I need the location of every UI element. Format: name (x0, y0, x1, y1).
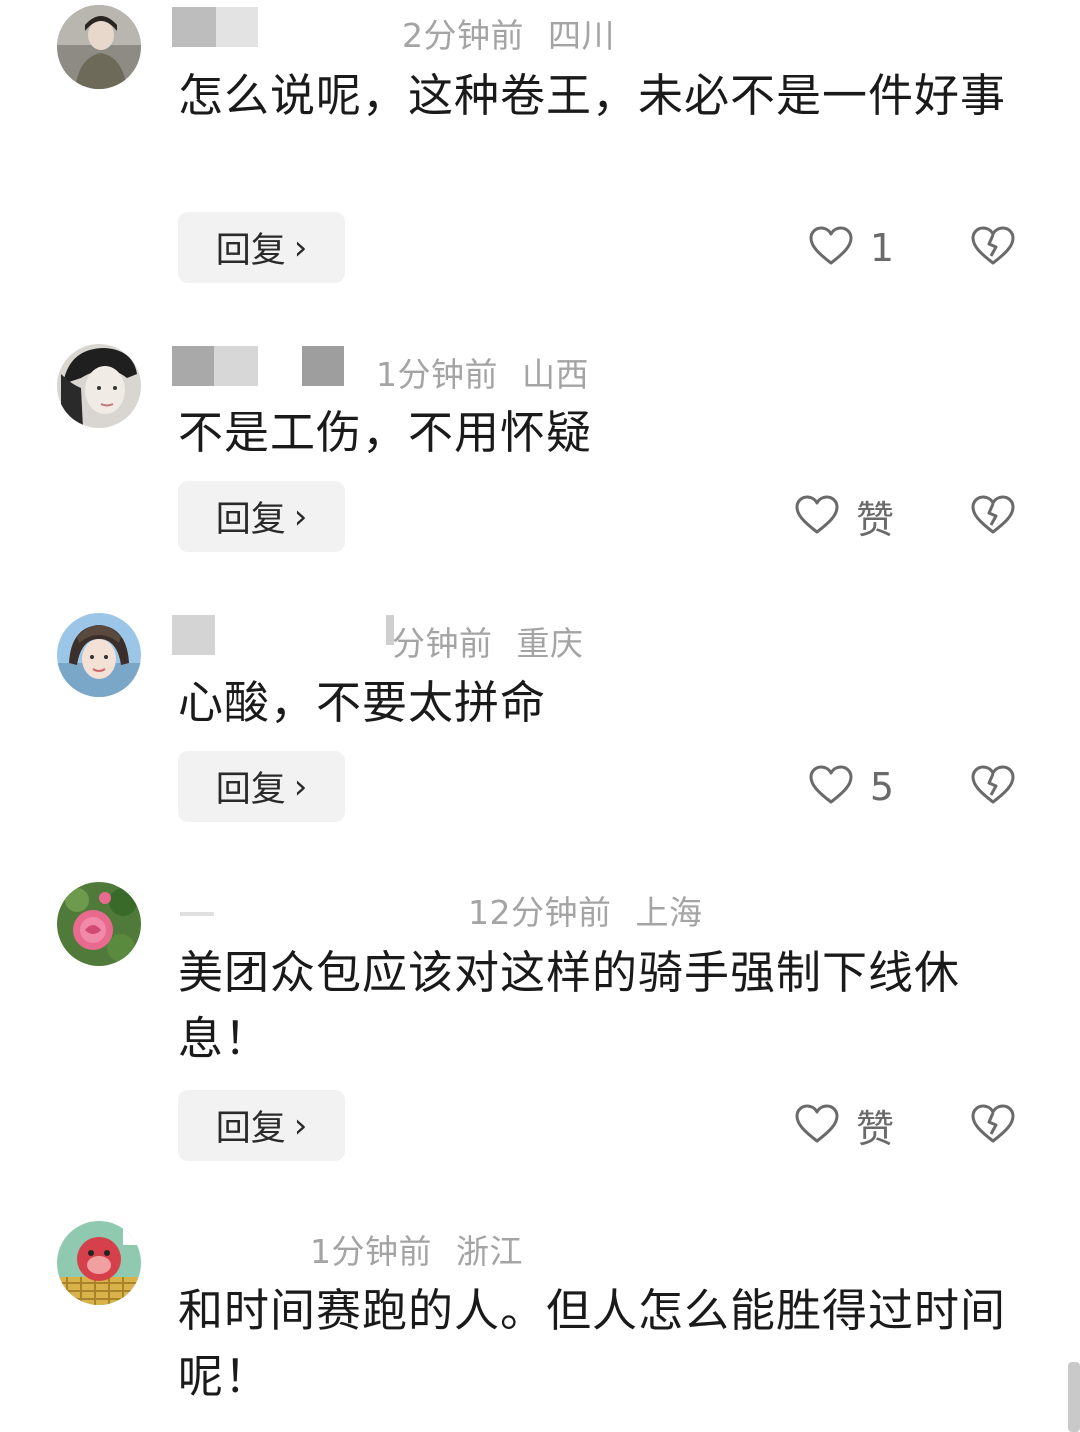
username-redacted (172, 615, 215, 655)
dislike-button[interactable] (970, 1090, 1016, 1161)
comment-time: 1分钟前 (310, 1232, 432, 1271)
comment-location: 浙江 (456, 1232, 523, 1271)
heart-outline-icon (794, 1103, 840, 1149)
like-button[interactable]: 赞 (794, 1090, 894, 1161)
like-button[interactable]: 1 (808, 212, 894, 283)
comment-text: 不是工伤，不用怀疑 (178, 406, 593, 459)
avatar[interactable] (57, 5, 141, 89)
like-count: 赞 (855, 498, 894, 542)
comment-text: 怎么说呢，这种卷王，未必不是一件好事 (178, 69, 1007, 122)
reply-label: 回复 (215, 231, 286, 271)
comment-time: 2分钟前 (402, 16, 524, 55)
dislike-button[interactable] (970, 481, 1016, 552)
comment-text: 和时间赛跑的人。但人怎么能胜得过时间呢！ (178, 1284, 1007, 1403)
dislike-button[interactable] (970, 751, 1016, 822)
reply-button[interactable]: 回复 › (178, 481, 345, 552)
like-button[interactable]: 赞 (794, 481, 894, 552)
reply-label: 回复 (215, 1109, 286, 1149)
comment-meta: 1分钟前 浙江 (172, 1221, 1080, 1271)
heart-outline-icon (808, 764, 854, 810)
broken-heart-icon (970, 764, 1016, 810)
comment-time-location: 12分钟前 上海 (468, 886, 703, 934)
broken-heart-icon (970, 1103, 1016, 1149)
comment-time-location: 分钟前 重庆 (392, 617, 584, 665)
avatar[interactable] (57, 882, 141, 966)
comment-time-location: 1分钟前 浙江 (310, 1225, 523, 1273)
username-redacted (180, 912, 214, 916)
comment-meta: 1分钟前 山西 (172, 344, 1080, 394)
chevron-right-icon: › (293, 227, 308, 268)
reply-label: 回复 (215, 500, 286, 540)
comment-text: 美团众包应该对这样的骑手强制下线休息！ (178, 946, 961, 1065)
comment-time: 1分钟前 (376, 355, 498, 394)
broken-heart-icon (970, 225, 1016, 271)
heart-outline-icon (794, 494, 840, 540)
avatar[interactable] (57, 1221, 141, 1305)
like-count: 1 (869, 225, 894, 270)
like-count: 5 (869, 764, 894, 809)
heart-outline-icon (808, 225, 854, 271)
username-redacted (172, 346, 214, 386)
chevron-right-icon: › (293, 766, 308, 807)
like-button[interactable]: 5 (808, 751, 894, 822)
reply-button[interactable]: 回复 › (178, 212, 345, 283)
comment-time-location: 2分钟前 四川 (402, 9, 615, 57)
comment-meta: 分钟前 重庆 (172, 613, 1080, 663)
dislike-button[interactable] (970, 212, 1016, 283)
reply-button[interactable]: 回复 › (178, 751, 345, 822)
comment-text: 心酸，不要太拼命 (178, 676, 547, 729)
comment-location: 山西 (522, 355, 589, 394)
comment-time: 12分钟前 (468, 893, 612, 932)
avatar[interactable] (57, 613, 141, 697)
reply-button[interactable]: 回复 › (178, 1090, 345, 1161)
like-count: 赞 (855, 1107, 894, 1151)
comment-time: 分钟前 (392, 624, 493, 663)
comment-location: 上海 (635, 893, 703, 932)
comment-time-location: 1分钟前 山西 (376, 348, 589, 396)
reply-label: 回复 (215, 770, 286, 810)
chevron-right-icon: › (293, 496, 308, 537)
avatar[interactable] (57, 344, 141, 428)
scrollbar[interactable] (1068, 1362, 1080, 1432)
comment-location: 四川 (548, 16, 615, 55)
chevron-right-icon: › (293, 1105, 308, 1146)
comment-meta: 12分钟前 上海 (172, 882, 1080, 932)
comment-location: 重庆 (516, 624, 584, 663)
comment-meta: 2分钟前 四川 (172, 5, 1080, 55)
broken-heart-icon (970, 494, 1016, 540)
username-redacted (172, 7, 216, 47)
